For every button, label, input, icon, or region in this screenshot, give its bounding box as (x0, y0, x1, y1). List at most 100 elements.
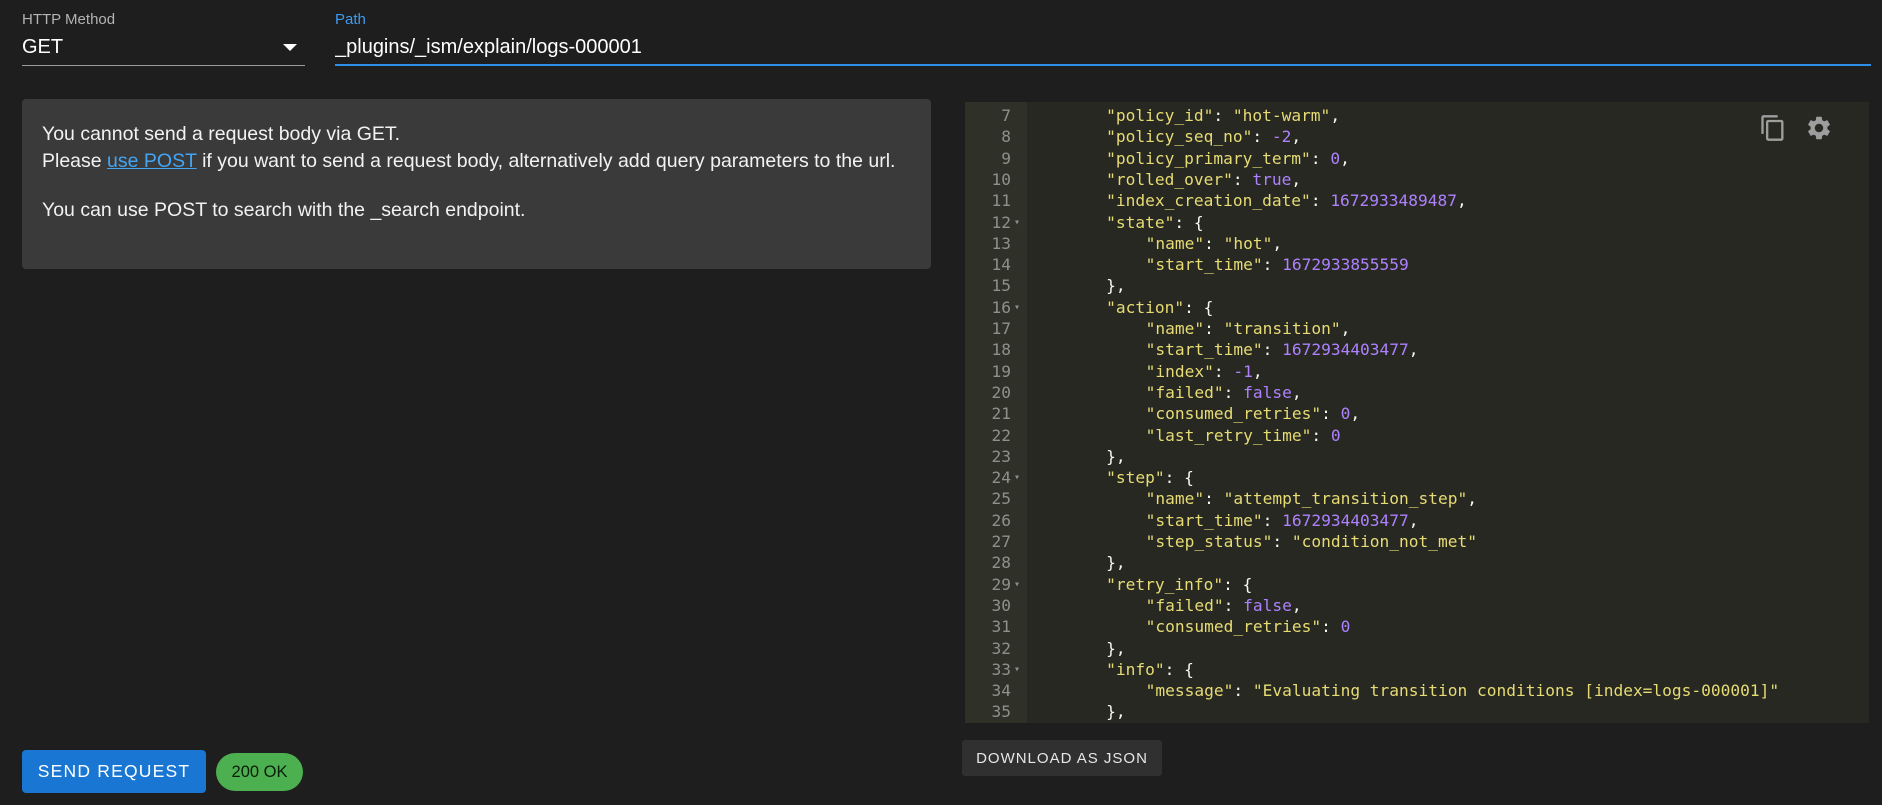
code-text: "failed": false, (1145, 382, 1302, 402)
code-line: 30 "failed": false, (965, 595, 1869, 616)
json-value: "hot" (1223, 233, 1273, 253)
json-punct: , (1291, 595, 1302, 615)
line-number: 16 (991, 297, 1012, 317)
line-number: 31 (991, 617, 1012, 637)
code-text: "info": { (1106, 659, 1194, 679)
editor-toolbar (1759, 114, 1833, 142)
http-method-value: GET (22, 36, 64, 58)
json-value: "attempt_transition_step" (1223, 489, 1468, 509)
line-number: 11 (991, 191, 1012, 211)
code-line: 31 "consumed_retries": 0 (965, 616, 1869, 637)
download-json-button[interactable]: DOWNLOAD AS JSON (962, 740, 1162, 776)
json-value: { (1203, 297, 1214, 317)
code-line: 14 "start_time": 1672933855559 (965, 254, 1869, 275)
json-punct: , (1272, 233, 1283, 253)
http-method-select[interactable]: GET (22, 30, 305, 66)
line-number: 30 (991, 595, 1012, 615)
code-text: "step": { (1106, 468, 1194, 488)
json-key: "start_time" (1145, 340, 1263, 360)
json-value: 1672933855559 (1282, 255, 1409, 275)
chevron-down-icon (283, 44, 297, 51)
json-key: "rolled_over" (1106, 169, 1233, 189)
json-punct: , (1291, 127, 1302, 147)
code-text: "start_time": 1672934403477, (1145, 510, 1419, 530)
code-text: }, (1106, 275, 1126, 296)
line-number: 32 (991, 638, 1012, 658)
info-line-1: You cannot send a request body via GET. (42, 123, 401, 145)
line-number: 17 (991, 319, 1012, 338)
code-text: "name": "attempt_transition_step", (1145, 489, 1478, 509)
json-punct: , (1340, 319, 1351, 338)
fold-toggle-icon[interactable]: ▾ (1014, 574, 1020, 595)
fold-toggle-icon[interactable]: ▾ (1014, 212, 1020, 233)
code-line: 23}, (965, 446, 1869, 467)
json-key: "name" (1145, 319, 1205, 338)
json-punct: , (1408, 510, 1419, 530)
line-number: 35 (991, 702, 1012, 722)
code-text: "step_status": "condition_not_met" (1145, 532, 1478, 551)
json-value: 0 (1340, 404, 1351, 424)
json-key: "retry_info" (1106, 574, 1224, 594)
json-key: "start_time" (1145, 510, 1263, 530)
fold-toggle-icon[interactable]: ▾ (1014, 467, 1020, 488)
line-number: 24 (991, 468, 1012, 488)
line-number: 22 (991, 425, 1012, 445)
json-key: "index_creation_date" (1106, 191, 1311, 211)
status-badge: 200 OK (216, 753, 303, 791)
json-value: "condition_not_met" (1291, 532, 1478, 551)
line-number: 15 (991, 276, 1012, 296)
code-text: "policy_seq_no": -2, (1106, 127, 1302, 147)
json-value: { (1184, 468, 1194, 488)
json-key: "policy_id" (1106, 106, 1214, 125)
line-number: 12 (991, 212, 1012, 232)
code-line: 11 "index_creation_date": 1672933489487, (965, 190, 1869, 211)
code-line: 22 "last_retry_time": 0 (965, 425, 1869, 446)
json-value: }, (1106, 276, 1126, 296)
code-text: "rolled_over": true, (1106, 169, 1302, 189)
code-text: }, (1106, 638, 1126, 659)
json-value: "hot-warm" (1232, 106, 1331, 125)
fold-toggle-icon[interactable]: ▾ (1014, 297, 1020, 318)
json-value: 0 (1340, 617, 1351, 637)
json-value: true (1252, 169, 1292, 189)
json-key: "last_retry_time" (1145, 425, 1312, 445)
code-text: "last_retry_time": 0 (1145, 425, 1341, 445)
line-number: 13 (991, 233, 1012, 253)
use-post-link[interactable]: use POST (107, 150, 197, 172)
line-number: 18 (991, 340, 1012, 360)
json-key: "step_status" (1145, 532, 1273, 551)
json-value: false (1243, 382, 1292, 402)
line-number: 25 (991, 489, 1012, 509)
json-value: 0 (1330, 425, 1341, 445)
json-key: "failed" (1145, 382, 1224, 402)
code-text: "policy_id": "hot-warm", (1106, 106, 1341, 125)
code-line: 24 ▾ "step": { (965, 467, 1869, 488)
json-key: "message" (1145, 681, 1234, 701)
json-key: "policy_primary_term" (1106, 148, 1311, 168)
line-number: 27 (991, 532, 1012, 551)
json-value: false (1243, 595, 1292, 615)
line-number: 29 (991, 574, 1012, 594)
json-value: 1672934403477 (1282, 340, 1409, 360)
json-value: }, (1106, 638, 1126, 658)
code-text: "index_creation_date": 1672933489487, (1106, 191, 1467, 211)
code-text: "message": "Evaluating transition condit… (1145, 681, 1780, 701)
json-key: "step" (1106, 468, 1165, 488)
http-method-label: HTTP Method (22, 11, 116, 28)
path-input[interactable] (335, 30, 1871, 66)
code-line: 13 "name": "hot", (965, 233, 1869, 254)
code-line: 33 ▾ "info": { (965, 659, 1869, 680)
response-editor[interactable]: 7 "policy_id": "hot-warm", 8 "policy_seq_no… (965, 102, 1869, 723)
code-line: 16 ▾ "action": { (965, 297, 1869, 318)
code-text: "name": "hot", (1145, 233, 1283, 253)
json-punct: , (1291, 382, 1302, 402)
info-message-box: You cannot send a request body via GET. … (22, 99, 931, 269)
copy-icon[interactable] (1759, 114, 1787, 142)
fold-toggle-icon[interactable]: ▾ (1014, 659, 1020, 680)
send-request-button[interactable]: SEND REQUEST (22, 750, 206, 793)
code-text: "retry_info": { (1106, 574, 1253, 594)
json-value: "Evaluating transition conditions [index… (1252, 681, 1780, 701)
code-line: 25 "name": "attempt_transition_step", (965, 488, 1869, 509)
code-text: "action": { (1106, 297, 1214, 317)
gear-icon[interactable] (1805, 114, 1833, 142)
